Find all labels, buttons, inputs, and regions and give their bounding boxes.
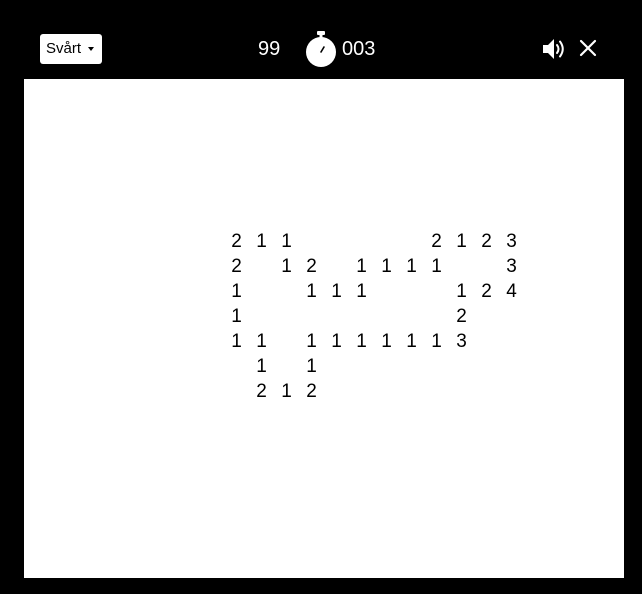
- board-cell-number: 2: [431, 231, 442, 252]
- board-cell-number: 1: [256, 231, 267, 252]
- board-cell-number: 1: [431, 331, 442, 352]
- board-cell-number: 1: [256, 331, 267, 352]
- speaker-icon[interactable]: [540, 36, 566, 62]
- board-cell-number: 1: [281, 256, 292, 277]
- board-cell-number: 1: [456, 281, 467, 302]
- board-cell-number: 1: [231, 331, 242, 352]
- board-cell-number: 1: [306, 281, 317, 302]
- board-cell-number: 1: [406, 256, 417, 277]
- board-cell-number: 1: [306, 356, 317, 377]
- board-cell-number: 1: [381, 331, 392, 352]
- board-cell-number: 2: [231, 231, 242, 252]
- board-cell-number: 1: [331, 281, 342, 302]
- board-cell-number: 1: [456, 231, 467, 252]
- board-cell-number: 3: [456, 331, 467, 352]
- board-cell-number: 2: [306, 256, 317, 277]
- board-cell-number: 1: [281, 231, 292, 252]
- board-cell-number: 1: [356, 256, 367, 277]
- board-cell-number: 1: [231, 281, 242, 302]
- board-cell-number: 2: [481, 231, 492, 252]
- board-cell-number: 2: [256, 381, 267, 402]
- board-cell-number: 1: [306, 331, 317, 352]
- board-cell-number: 1: [406, 331, 417, 352]
- difficulty-dropdown[interactable]: Svårt: [40, 34, 102, 64]
- board-cell-number: 3: [506, 231, 517, 252]
- board-cell-number: 2: [231, 256, 242, 277]
- timer-value: 003: [342, 38, 376, 60]
- board-cell-number: 1: [431, 256, 442, 277]
- board-cell-number: 1: [256, 356, 267, 377]
- board-cell-number: 1: [231, 306, 242, 327]
- board-cell-number: 2: [306, 381, 317, 402]
- caret-down-icon: [88, 47, 94, 51]
- board-cell-number: 1: [356, 281, 367, 302]
- game-board[interactable]: 21121232121111311111241211111111311212: [24, 79, 624, 578]
- difficulty-label: Svårt: [46, 40, 82, 57]
- board-cell-number: 1: [356, 331, 367, 352]
- board-cell-number: 1: [331, 331, 342, 352]
- board-cell-number: 3: [506, 256, 517, 277]
- close-icon[interactable]: [578, 38, 598, 58]
- mine-counter: 99: [258, 38, 281, 60]
- board-cell-number: 1: [281, 381, 292, 402]
- stopwatch-icon: [306, 31, 336, 67]
- board-cell-number: 1: [381, 256, 392, 277]
- board-cell-number: 2: [481, 281, 492, 302]
- board-cell-number: 2: [456, 306, 467, 327]
- top-bar: Svårt 99 003: [0, 0, 642, 79]
- board-cell-number: 4: [506, 281, 517, 302]
